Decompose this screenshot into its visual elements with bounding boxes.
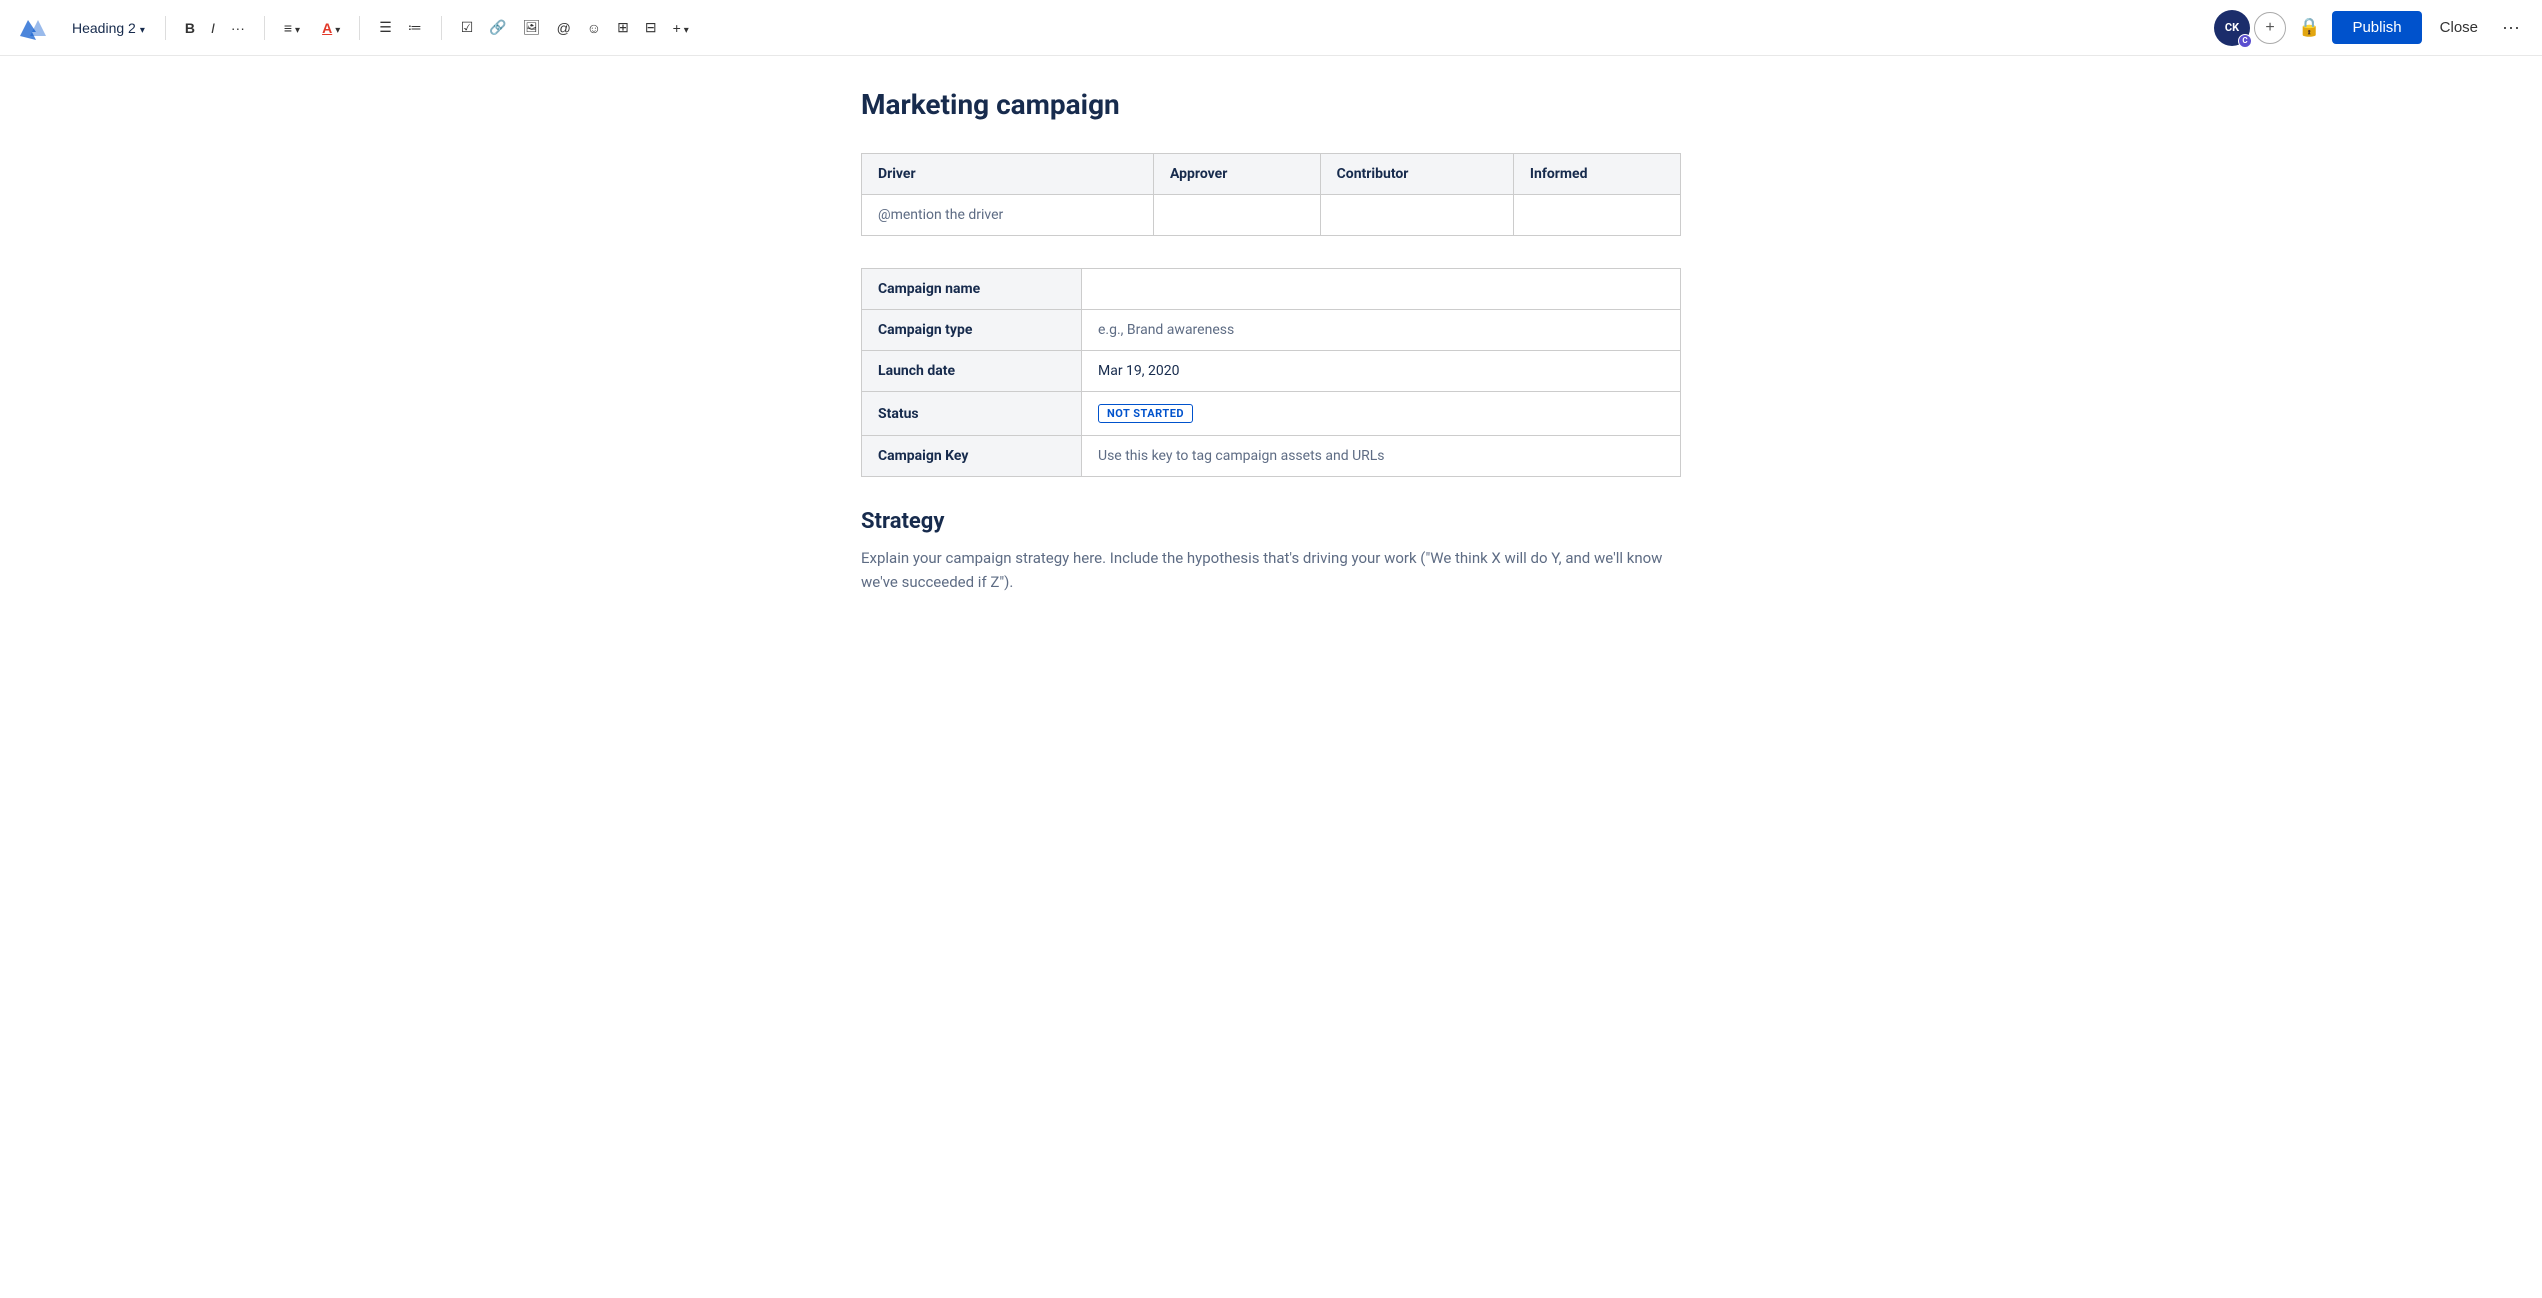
more-options-button[interactable]: ··· xyxy=(2496,13,2526,42)
emoji-icon: ☺ xyxy=(587,20,601,36)
ordered-list-icon: ≔ xyxy=(408,19,422,36)
info-table: Campaign name Campaign type e.g., Brand … xyxy=(861,268,1681,477)
chevron-down-icon xyxy=(140,20,145,36)
color-icon: A xyxy=(322,20,332,36)
insert-more-button[interactable]: + xyxy=(666,15,696,41)
toolbar-divider-1 xyxy=(165,16,166,40)
color-button[interactable]: A xyxy=(315,15,347,41)
close-button[interactable]: Close xyxy=(2430,13,2488,42)
editor-toolbar: Heading 2 B I ··· ≡ A ☰ ≔ xyxy=(0,0,2542,56)
campaign-key-value[interactable]: Use this key to tag campaign assets and … xyxy=(1082,436,1681,477)
table-button[interactable]: ⊞ xyxy=(610,14,636,41)
bold-icon: B xyxy=(185,20,195,36)
table-row: Status NOT STARTED xyxy=(862,392,1681,436)
bullet-list-button[interactable]: ☰ xyxy=(372,14,399,41)
campaign-type-value[interactable]: e.g., Brand awareness xyxy=(1082,310,1681,351)
add-user-button[interactable]: + xyxy=(2254,12,2286,44)
launch-date-value[interactable]: Mar 19, 2020 xyxy=(1082,351,1681,392)
campaign-type-label: Campaign type xyxy=(862,310,1082,351)
heading-selector[interactable]: Heading 2 xyxy=(64,16,153,40)
task-button[interactable]: ☑ xyxy=(454,14,481,41)
align-chevron-icon xyxy=(295,20,300,36)
collaborators-group: CK C + xyxy=(2214,10,2286,46)
italic-icon: I xyxy=(211,20,215,36)
more-icon: ··· xyxy=(2502,17,2520,37)
link-icon: 🔗 xyxy=(489,19,506,36)
link-button[interactable]: 🔗 xyxy=(482,14,513,41)
toolbar-divider-2 xyxy=(264,16,265,40)
plus-icon: + xyxy=(2265,19,2274,37)
approver-cell[interactable] xyxy=(1153,195,1320,236)
contributor-header: Contributor xyxy=(1320,154,1513,195)
app-logo[interactable] xyxy=(16,12,48,44)
avatar[interactable]: CK C xyxy=(2214,10,2250,46)
avatar-badge: C xyxy=(2238,34,2252,48)
content-area: Marketing campaign Driver Approver Contr… xyxy=(821,56,1721,654)
strategy-body[interactable]: Explain your campaign strategy here. Inc… xyxy=(861,546,1681,594)
status-cell[interactable]: NOT STARTED xyxy=(1082,392,1681,436)
publish-button[interactable]: Publish xyxy=(2332,11,2421,44)
lock-button[interactable]: 🔒 xyxy=(2294,13,2324,42)
strategy-heading: Strategy xyxy=(861,509,1681,534)
ordered-list-button[interactable]: ≔ xyxy=(401,14,429,41)
table-row: Campaign name xyxy=(862,269,1681,310)
align-button[interactable]: ≡ xyxy=(277,15,307,41)
image-button[interactable]: 🖼 xyxy=(516,14,548,41)
list-group: ☰ ≔ xyxy=(372,14,429,41)
italic-button[interactable]: I xyxy=(204,15,222,41)
toolbar-divider-3 xyxy=(359,16,360,40)
driver-cell[interactable]: @mention the driver xyxy=(862,195,1154,236)
bold-button[interactable]: B xyxy=(178,15,202,41)
color-chevron-icon xyxy=(335,20,340,36)
ellipsis-icon: ··· xyxy=(231,20,245,36)
status-label: Status xyxy=(862,392,1082,436)
informed-header: Informed xyxy=(1513,154,1680,195)
layout-icon: ⊟ xyxy=(645,19,657,36)
table-row: Launch date Mar 19, 2020 xyxy=(862,351,1681,392)
insert-group: ☑ 🔗 🖼 @ ☺ ⊞ ⊟ + xyxy=(454,14,696,41)
image-icon: 🖼 xyxy=(523,19,541,36)
daci-data-row: @mention the driver xyxy=(862,195,1681,236)
launch-date-label: Launch date xyxy=(862,351,1082,392)
table-row: Campaign type e.g., Brand awareness xyxy=(862,310,1681,351)
at-icon: @ xyxy=(557,20,571,36)
toolbar-right: CK C + 🔒 Publish Close ··· xyxy=(2214,10,2526,46)
lock-icon: 🔒 xyxy=(2298,17,2320,37)
align-icon: ≡ xyxy=(284,20,292,36)
contributor-cell[interactable] xyxy=(1320,195,1513,236)
campaign-key-label: Campaign Key xyxy=(862,436,1082,477)
toolbar-divider-4 xyxy=(441,16,442,40)
campaign-name-label: Campaign name xyxy=(862,269,1082,310)
status-badge[interactable]: NOT STARTED xyxy=(1098,404,1193,423)
driver-header: Driver xyxy=(862,154,1154,195)
layout-button[interactable]: ⊟ xyxy=(638,14,664,41)
table-icon: ⊞ xyxy=(617,19,629,36)
emoji-button[interactable]: ☺ xyxy=(580,15,608,41)
approver-header: Approver xyxy=(1153,154,1320,195)
more-text-button[interactable]: ··· xyxy=(224,15,252,41)
insert-chevron-icon xyxy=(684,20,689,36)
mention-button[interactable]: @ xyxy=(550,15,578,41)
daci-header-row: Driver Approver Contributor Informed xyxy=(862,154,1681,195)
informed-cell[interactable] xyxy=(1513,195,1680,236)
page-title[interactable]: Marketing campaign xyxy=(861,88,1681,121)
text-format-group: B I ··· xyxy=(178,15,252,41)
task-icon: ☑ xyxy=(461,19,474,36)
avatar-initials: CK xyxy=(2225,21,2239,34)
bullet-list-icon: ☰ xyxy=(379,19,392,36)
heading-label: Heading 2 xyxy=(72,20,136,36)
table-row: Campaign Key Use this key to tag campaig… xyxy=(862,436,1681,477)
campaign-name-value[interactable] xyxy=(1082,269,1681,310)
plus-icon: + xyxy=(673,20,681,36)
daci-table: Driver Approver Contributor Informed @me… xyxy=(861,153,1681,236)
